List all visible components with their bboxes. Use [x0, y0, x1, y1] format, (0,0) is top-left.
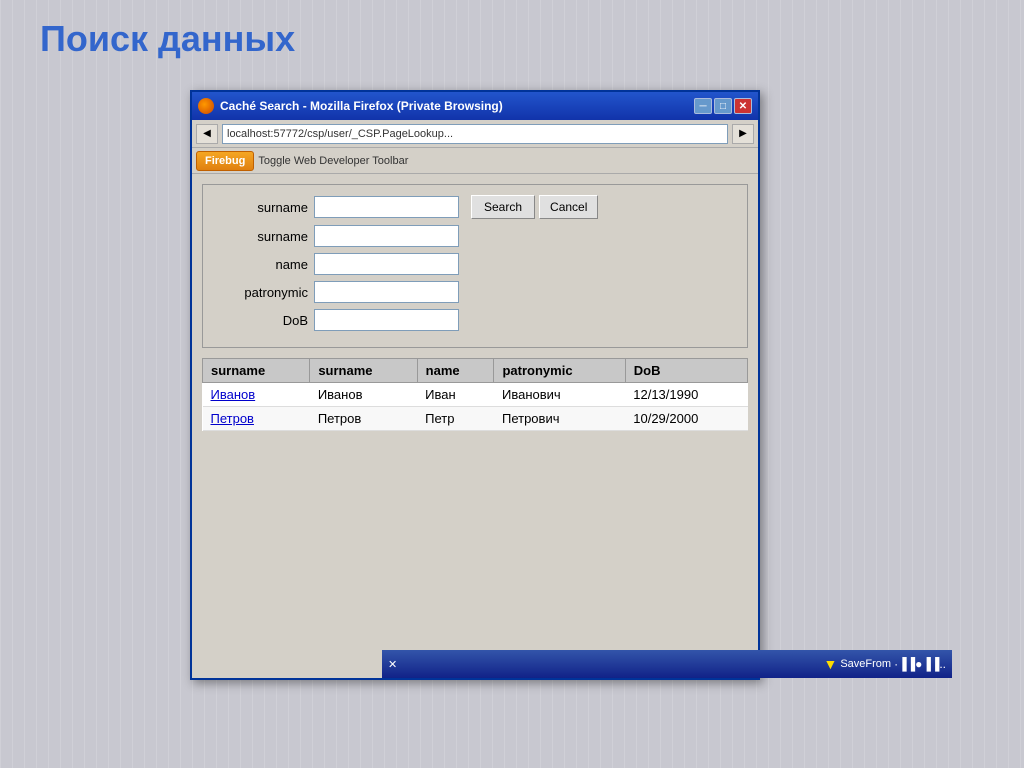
page-content: surname Search Cancel surname name patro…	[192, 174, 758, 678]
page-title: Поиск данных	[40, 18, 295, 60]
label-dob: DoB	[218, 313, 308, 328]
browser-window: Caché Search - Mozilla Firefox (Private …	[190, 90, 760, 680]
input-patronymic[interactable]	[314, 281, 459, 303]
search-button[interactable]: Search	[471, 195, 535, 219]
form-buttons: Search Cancel	[471, 195, 598, 219]
table-cell-dob: 10/29/2000	[625, 407, 747, 431]
label-surname-2: surname	[218, 229, 308, 244]
restore-button[interactable]: □	[714, 98, 732, 114]
browser-title: Caché Search - Mozilla Firefox (Private …	[220, 99, 503, 113]
results-table: surname surname name patronymic DoB Иван…	[202, 358, 748, 431]
search-form: surname Search Cancel surname name patro…	[202, 184, 748, 348]
browser-toolbar: Firebug Toggle Web Developer Toolbar	[192, 148, 758, 174]
taskbar-left-icon: ✕	[388, 658, 397, 671]
go-button[interactable]: ▶	[732, 124, 754, 144]
label-patronymic: patronymic	[218, 285, 308, 300]
taskbar: ✕ ▼ SaveFrom ·▐▐●▐▐..	[382, 650, 952, 678]
title-bar-left: Caché Search - Mozilla Firefox (Private …	[198, 98, 503, 114]
table-cell-dob: 12/13/1990	[625, 383, 747, 407]
table-header-row: surname surname name patronymic DoB	[203, 359, 748, 383]
url-input[interactable]	[222, 124, 728, 144]
col-header-surname2: surname	[310, 359, 417, 383]
table-cell-name: Петр	[417, 407, 494, 431]
form-row-4: patronymic	[218, 281, 732, 303]
input-surname-2[interactable]	[314, 225, 459, 247]
back-button[interactable]: ◀	[196, 124, 218, 144]
minimize-button[interactable]: ─	[694, 98, 712, 114]
col-header-surname1: surname	[203, 359, 310, 383]
table-cell-link-surname[interactable]: Петров	[203, 407, 310, 431]
form-row-5: DoB	[218, 309, 732, 331]
table-cell-link-surname[interactable]: Иванов	[203, 383, 310, 407]
cancel-button[interactable]: Cancel	[539, 195, 598, 219]
form-row-2: surname	[218, 225, 732, 247]
taskbar-label: SaveFrom	[840, 658, 891, 670]
firefox-icon	[198, 98, 214, 114]
address-bar: ◀ ▶	[192, 120, 758, 148]
col-header-name: name	[417, 359, 494, 383]
table-cell-surname2: Петров	[310, 407, 417, 431]
input-name[interactable]	[314, 253, 459, 275]
label-surname-1: surname	[218, 200, 308, 215]
table-cell-patronymic: Петрович	[494, 407, 625, 431]
col-header-dob: DoB	[625, 359, 747, 383]
form-row-3: name	[218, 253, 732, 275]
window-controls: ─ □ ✕	[694, 98, 752, 114]
taskbar-extras: ·▐▐●▐▐..	[894, 657, 946, 671]
savefrom-icon: ▼	[823, 656, 837, 672]
close-button[interactable]: ✕	[734, 98, 752, 114]
table-row: ИвановИвановИванИванович12/13/1990	[203, 383, 748, 407]
label-name: name	[218, 257, 308, 272]
table-row: ПетровПетровПетрПетрович10/29/2000	[203, 407, 748, 431]
input-dob[interactable]	[314, 309, 459, 331]
form-row-1: surname Search Cancel	[218, 195, 732, 219]
table-cell-patronymic: Иванович	[494, 383, 625, 407]
taskbar-right: ▼ SaveFrom ·▐▐●▐▐..	[823, 656, 946, 672]
table-cell-surname2: Иванов	[310, 383, 417, 407]
toggle-toolbar-label: Toggle Web Developer Toolbar	[258, 155, 408, 167]
col-header-patronymic: patronymic	[494, 359, 625, 383]
firebug-button[interactable]: Firebug	[196, 151, 254, 171]
title-bar: Caché Search - Mozilla Firefox (Private …	[192, 92, 758, 120]
table-cell-name: Иван	[417, 383, 494, 407]
input-surname-1[interactable]	[314, 196, 459, 218]
